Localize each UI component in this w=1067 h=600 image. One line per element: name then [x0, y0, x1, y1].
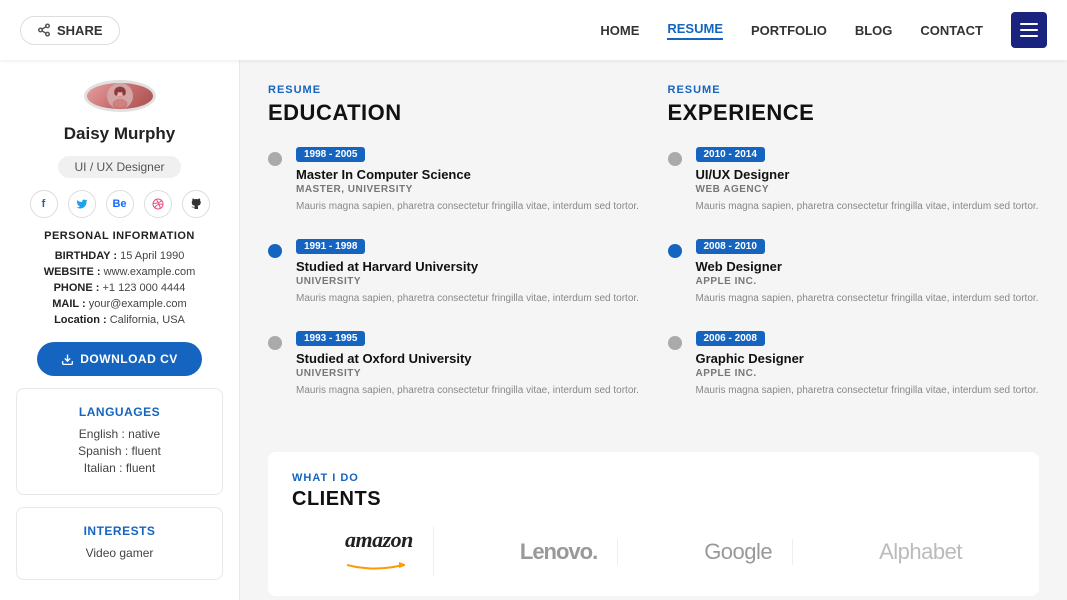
nav-contact[interactable]: CONTACT: [920, 23, 983, 38]
exp-desc-3: Mauris magna sapien, pharetra consectetu…: [696, 383, 1040, 398]
exp-subtitle-1: Web Agency: [696, 184, 1040, 195]
education-item-1: 1998 - 2005 Master In Computer Science M…: [268, 144, 640, 214]
clients-section: WHAT I DO CLIENTS amazon Lenovo. Google: [268, 452, 1039, 596]
language-1: English : native: [33, 427, 206, 441]
timeline-content-1: 1998 - 2005 Master In Computer Science M…: [296, 144, 640, 214]
exp-period-3: 2006 - 2008: [696, 331, 765, 346]
exp-desc-1: Mauris magna sapien, pharetra consectetu…: [696, 199, 1040, 214]
clients-header: WHAT I DO CLIENTS: [292, 472, 1015, 511]
edu-period-1: 1998 - 2005: [296, 147, 365, 162]
education-item-2: 1991 - 1998 Studied at Harvard Universit…: [268, 236, 640, 306]
experience-tag: RESUME: [668, 84, 1040, 96]
edu-desc-2: Mauris magna sapien, pharetra consectetu…: [296, 291, 640, 306]
google-logo: Google: [684, 539, 793, 565]
mail-row: MAIL : your@example.com: [16, 298, 223, 310]
clients-tag: WHAT I DO: [292, 472, 1015, 484]
main-content: RESUME EDUCATION 1998 - 2005 Master In C…: [240, 60, 1067, 600]
twitter-icon[interactable]: [68, 190, 96, 218]
nav-blog[interactable]: BLOG: [855, 23, 893, 38]
amazon-logo: amazon: [325, 527, 434, 576]
nav-portfolio[interactable]: PORTFOLIO: [751, 23, 827, 38]
exp-dot-1: [668, 152, 682, 166]
experience-title: EXPERIENCE: [668, 100, 1040, 126]
timeline-dot-3: [268, 336, 282, 350]
share-label: SHARE: [57, 23, 103, 38]
exp-subtitle-2: Apple Inc.: [696, 276, 1040, 287]
experience-item-1: 2010 - 2014 UI/UX Designer Web Agency Ma…: [668, 144, 1040, 214]
personal-info-label: PERSONAL INFORMATION: [16, 230, 223, 242]
phone-row: PHONE : +1 123 000 4444: [16, 282, 223, 294]
exp-title-2: Web Designer: [696, 259, 1040, 274]
interest-1: Video gamer: [33, 546, 206, 560]
timeline-content-2: 1991 - 1998 Studied at Harvard Universit…: [296, 236, 640, 306]
lenovo-logo: Lenovo.: [500, 539, 618, 565]
timeline-dot-1: [268, 152, 282, 166]
facebook-icon[interactable]: f: [30, 190, 58, 218]
timeline-dot-2: [268, 244, 282, 258]
exp-content-2: 2008 - 2010 Web Designer Apple Inc. Maur…: [696, 236, 1040, 306]
exp-dot-3: [668, 336, 682, 350]
clients-logos: amazon Lenovo. Google Alphabet: [292, 527, 1015, 576]
timeline-content-3: 1993 - 1995 Studied at Oxford University…: [296, 328, 640, 398]
experience-item-2: 2008 - 2010 Web Designer Apple Inc. Maur…: [668, 236, 1040, 306]
profile-name: Daisy Murphy: [64, 124, 175, 144]
exp-content-3: 2006 - 2008 Graphic Designer Apple Inc. …: [696, 328, 1040, 398]
download-cv-label: DOWNLOAD CV: [80, 352, 178, 366]
languages-title: LANGUAGES: [33, 405, 206, 419]
location-row: Location : California, USA: [16, 314, 223, 326]
sidebar: Daisy Murphy UI / UX Designer f Be PERSO…: [0, 60, 240, 600]
exp-title-1: UI/UX Designer: [696, 167, 1040, 182]
exp-subtitle-3: Apple Inc.: [696, 368, 1040, 379]
exp-title-3: Graphic Designer: [696, 351, 1040, 366]
edu-title-2: Studied at Harvard University: [296, 259, 640, 274]
education-column: RESUME EDUCATION 1998 - 2005 Master In C…: [268, 84, 640, 420]
profile-role-badge: UI / UX Designer: [58, 156, 180, 178]
behance-icon[interactable]: Be: [106, 190, 134, 218]
share-button[interactable]: SHARE: [20, 16, 120, 45]
download-cv-button[interactable]: DOWNLOAD CV: [37, 342, 203, 376]
language-3: Italian : fluent: [33, 461, 206, 475]
interests-title: INTERESTS: [33, 524, 206, 538]
interests-card: INTERESTS Video gamer: [16, 507, 223, 580]
edu-subtitle-3: UNIVERSITY: [296, 368, 640, 379]
personal-info-section: PERSONAL INFORMATION BIRTHDAY : 15 April…: [16, 230, 223, 330]
education-tag: RESUME: [268, 84, 640, 96]
alphabet-logo: Alphabet: [859, 539, 982, 565]
github-icon[interactable]: [182, 190, 210, 218]
edu-period-3: 1993 - 1995: [296, 331, 365, 346]
language-2: Spanish : fluent: [33, 444, 206, 458]
exp-dot-2: [668, 244, 682, 258]
avatar: [84, 80, 156, 112]
nav-home[interactable]: HOME: [600, 23, 639, 38]
resume-columns: RESUME EDUCATION 1998 - 2005 Master In C…: [268, 84, 1039, 420]
social-icons-row: f Be: [30, 190, 210, 218]
edu-title-1: Master In Computer Science: [296, 167, 640, 182]
edu-desc-3: Mauris magna sapien, pharetra consectetu…: [296, 383, 640, 398]
top-navigation: SHARE HOME RESUME PORTFOLIO BLOG CONTACT: [0, 0, 1067, 60]
birthday-row: BIRTHDAY : 15 April 1990: [16, 250, 223, 262]
website-row: WEBSITE : www.example.com: [16, 266, 223, 278]
exp-desc-2: Mauris magna sapien, pharetra consectetu…: [696, 291, 1040, 306]
exp-content-1: 2010 - 2014 UI/UX Designer Web Agency Ma…: [696, 144, 1040, 214]
hamburger-menu[interactable]: [1011, 12, 1047, 48]
languages-card: LANGUAGES English : native Spanish : flu…: [16, 388, 223, 495]
edu-period-2: 1991 - 1998: [296, 239, 365, 254]
exp-period-2: 2008 - 2010: [696, 239, 765, 254]
nav-left: SHARE: [20, 16, 120, 45]
clients-title: CLIENTS: [292, 488, 1015, 511]
main-layout: Daisy Murphy UI / UX Designer f Be PERSO…: [0, 60, 1067, 600]
experience-column: RESUME EXPERIENCE 2010 - 2014 UI/UX Desi…: [668, 84, 1040, 420]
edu-subtitle-1: MASTER, UNIVERSITY: [296, 184, 640, 195]
education-title: EDUCATION: [268, 100, 640, 126]
dribbble-icon[interactable]: [144, 190, 172, 218]
education-item-3: 1993 - 1995 Studied at Oxford University…: [268, 328, 640, 398]
nav-right: HOME RESUME PORTFOLIO BLOG CONTACT: [600, 12, 1047, 48]
experience-item-3: 2006 - 2008 Graphic Designer Apple Inc. …: [668, 328, 1040, 398]
exp-period-1: 2010 - 2014: [696, 147, 765, 162]
edu-title-3: Studied at Oxford University: [296, 351, 640, 366]
nav-resume[interactable]: RESUME: [667, 21, 723, 40]
edu-subtitle-2: UNIVERSITY: [296, 276, 640, 287]
edu-desc-1: Mauris magna sapien, pharetra consectetu…: [296, 199, 640, 214]
